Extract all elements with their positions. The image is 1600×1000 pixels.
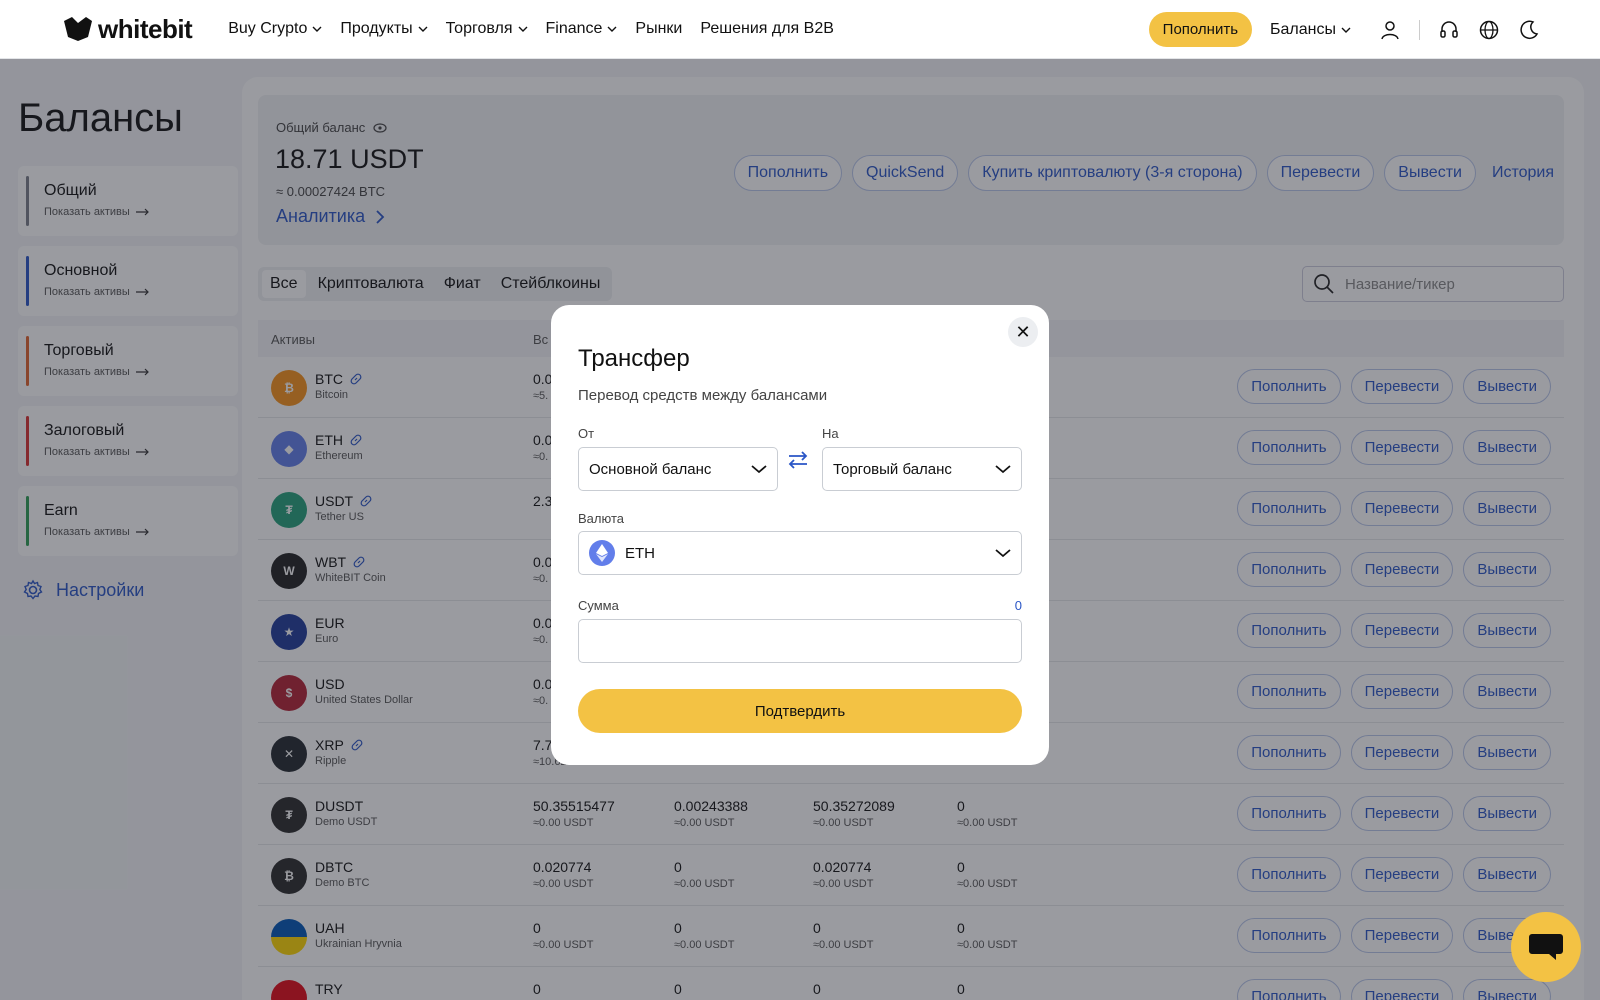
from-balance-value: Основной баланс [589,460,712,478]
confirm-button[interactable]: Подтвердить [578,689,1022,733]
from-label: От [578,426,595,441]
chevron-down-icon [995,549,1011,558]
nav-item-1[interactable]: Продукты [340,20,428,38]
whitebit-logo[interactable]: whitebit [62,13,193,45]
close-button[interactable]: ✕ [1008,317,1038,347]
nav-item-2[interactable]: Торговля [446,20,528,38]
nav-item-4[interactable]: Рынки [635,20,682,38]
moon-icon[interactable] [1518,19,1540,41]
transfer-modal: ✕ Трансфер Перевод средств между баланса… [551,305,1049,765]
chat-icon [1529,934,1563,960]
close-icon: ✕ [1015,321,1031,342]
nav-item-3[interactable]: Finance [546,20,618,38]
nav-item-5[interactable]: Решения для B2B [700,20,834,38]
chat-button[interactable] [1511,912,1581,982]
chevron-down-icon [995,465,1011,474]
amount-label: Сумма [578,598,619,613]
main-nav: Buy Crypto Продукты Торговля Finance Рынки Ре… [228,20,834,38]
chevron-down-icon [1341,27,1351,33]
logo-text: whitebit [98,13,193,44]
nav-item-label: Продукты [340,20,413,37]
logo-icon [64,17,92,41]
currency-value: ETH [625,544,655,562]
from-balance-select[interactable]: Основной баланс [578,447,778,491]
globe-icon[interactable] [1478,19,1500,41]
chevron-down-icon [418,26,428,32]
divider [1419,19,1420,40]
currency-select[interactable]: ETH [578,531,1022,575]
eth-icon [589,540,615,566]
nav-item-label: Торговля [445,20,513,37]
balances-dropdown[interactable]: Балансы [1270,21,1351,39]
to-balance-value: Торговый баланс [833,460,952,478]
currency-selected: ETH [589,540,655,566]
deposit-button[interactable]: Пополнить [1148,12,1253,47]
chevron-down-icon [607,26,617,32]
modal-title: Трансфер [578,345,690,372]
chevron-down-icon [312,26,322,32]
balances-dropdown-label: Балансы [1270,20,1336,38]
nav-item-0[interactable]: Buy Crypto [228,20,322,38]
amount-max-button[interactable]: 0 [1015,598,1022,613]
to-label: На [822,426,839,441]
nav-item-label: Finance [545,20,603,37]
user-icon[interactable] [1379,19,1401,41]
currency-label: Валюта [578,511,624,526]
chevron-down-icon [751,465,767,474]
top-right-controls: Пополнить Балансы [1148,0,1540,59]
swap-icon[interactable] [786,448,810,472]
nav-item-label: Рынки [635,20,683,37]
nav-item-label: Buy Crypto [228,20,308,37]
nav-item-label: Решения для B2B [700,20,834,37]
to-balance-select[interactable]: Торговый баланс [822,447,1022,491]
headset-icon[interactable] [1438,19,1460,41]
modal-subtitle: Перевод средств между балансами [578,387,828,404]
chevron-down-icon [518,26,527,32]
amount-input[interactable] [578,619,1022,663]
